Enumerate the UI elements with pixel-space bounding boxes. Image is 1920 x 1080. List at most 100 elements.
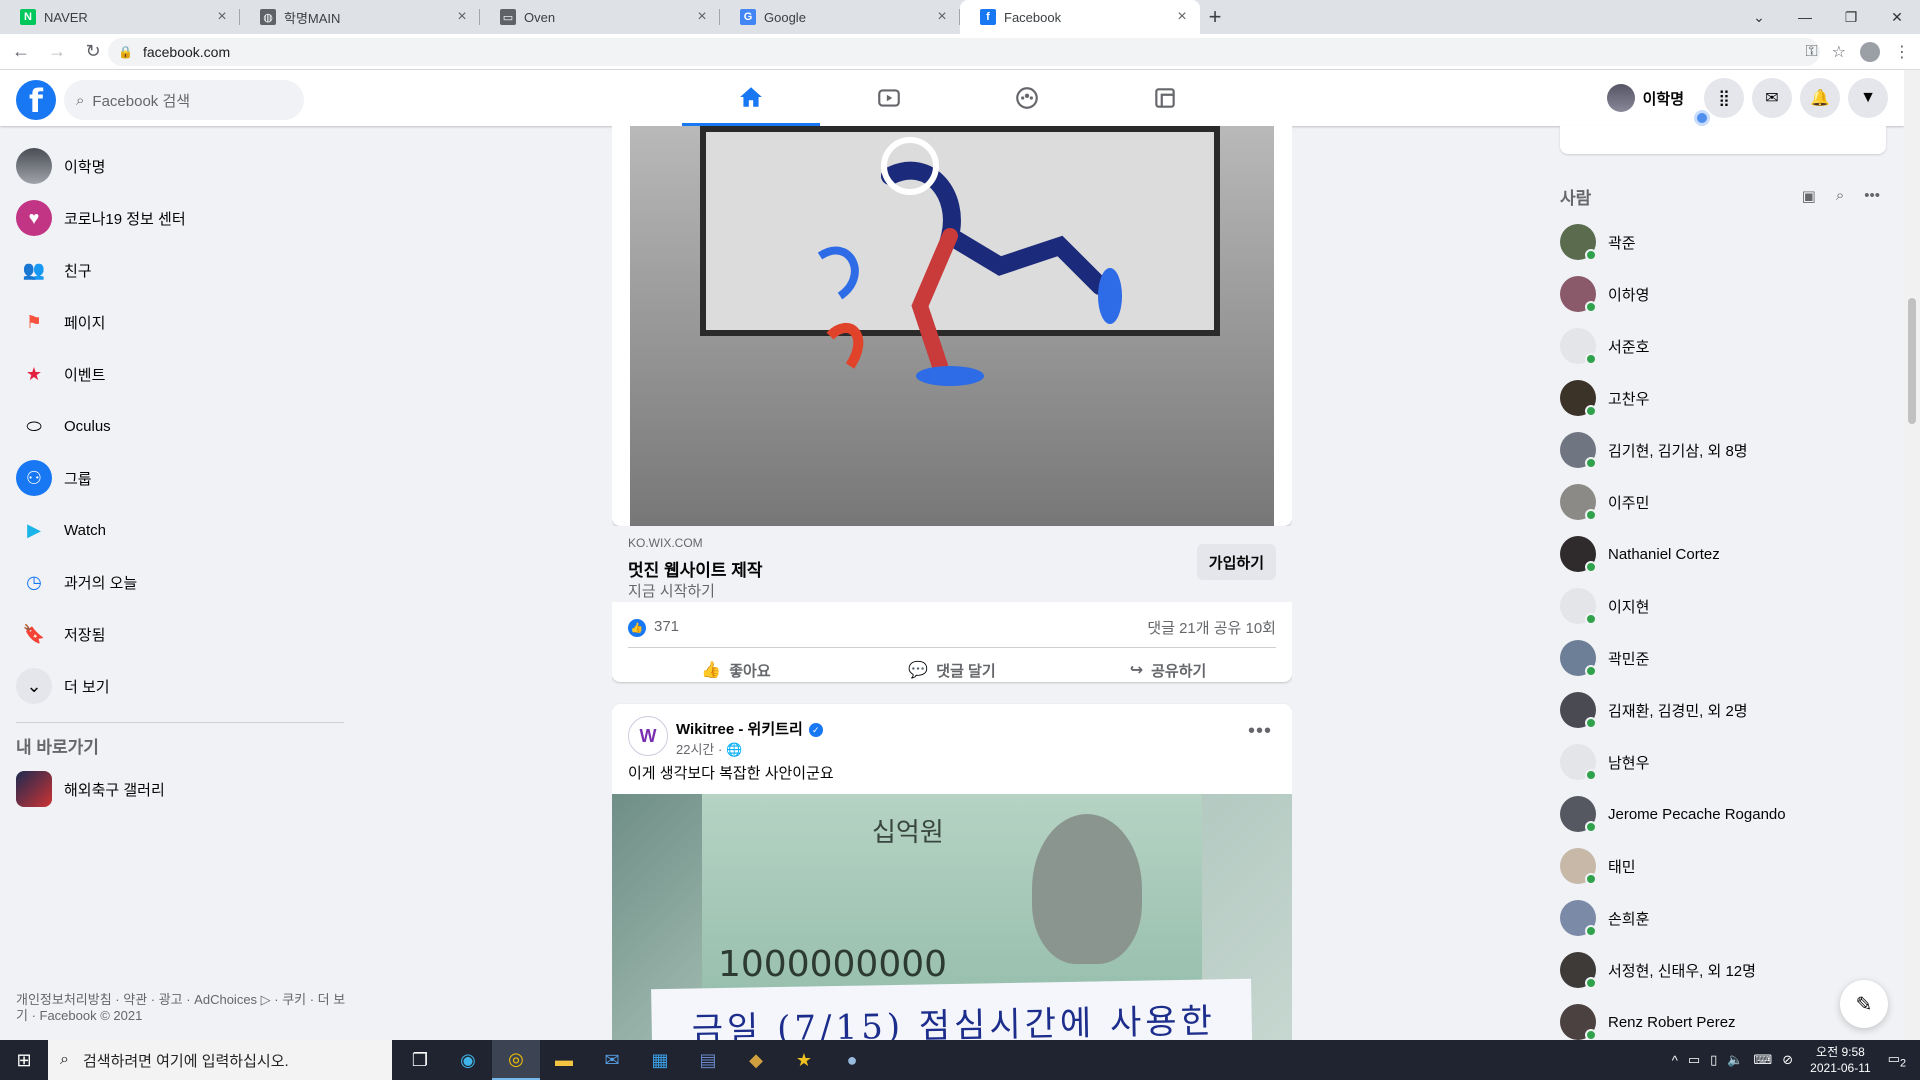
contact-item[interactable]: Jerome Pecache Rogando xyxy=(1552,788,1892,840)
post-options-button[interactable]: ••• xyxy=(1248,720,1272,743)
menu-dots-icon[interactable]: ⋮ xyxy=(1894,42,1910,62)
search-contacts-icon[interactable]: ⌕ xyxy=(1836,187,1844,205)
shortcut-item[interactable]: 해외축구 갤러리 xyxy=(8,763,344,815)
clock[interactable]: 오전 9:58 2021-06-11 xyxy=(1810,1044,1871,1076)
back-button[interactable]: ← xyxy=(6,37,36,67)
sidebar-item[interactable]: ▶ Watch xyxy=(8,504,344,556)
paint-icon[interactable]: ● xyxy=(828,1040,876,1080)
mail-icon[interactable]: ✉ xyxy=(588,1040,636,1080)
task-view-icon[interactable]: ❐ xyxy=(396,1040,444,1080)
tab-groups[interactable] xyxy=(958,70,1096,126)
chrome-icon[interactable]: ◎ xyxy=(492,1040,540,1080)
key-icon[interactable]: ⚿ xyxy=(1805,43,1817,61)
contact-item[interactable]: 남현우 xyxy=(1552,736,1892,788)
file-explorer-icon[interactable]: ▬ xyxy=(540,1040,588,1080)
close-tab-icon[interactable]: × xyxy=(214,8,230,26)
like-count-wrap[interactable]: 👍 371 xyxy=(628,618,679,638)
contact-item[interactable]: 이주민 xyxy=(1552,476,1892,528)
notification-icon[interactable]: ▭2 xyxy=(1888,1051,1906,1070)
sidebar-item[interactable]: ◷ 과거의 오늘 xyxy=(8,556,344,608)
sidebar-item[interactable]: 이학명 xyxy=(8,140,344,192)
facebook-search-input[interactable]: ⌕ Facebook 검색 xyxy=(64,80,304,120)
contact-item[interactable]: 이하영 xyxy=(1552,268,1892,320)
messenger-button[interactable]: ✉ xyxy=(1752,78,1792,118)
new-message-button[interactable]: ✎ xyxy=(1840,980,1888,1028)
sidebar-item[interactable]: ⬭ Oculus xyxy=(8,400,344,452)
browser-tab[interactable]: N NAVER × xyxy=(0,0,240,34)
reload-button[interactable]: ↻ xyxy=(78,37,108,67)
star-icon[interactable]: ☆ xyxy=(1832,42,1846,62)
post-time[interactable]: 22시간 · xyxy=(676,742,722,757)
sidebar-item[interactable]: 👥 친구 xyxy=(8,244,344,296)
sidebar-item[interactable]: ★ 이벤트 xyxy=(8,348,344,400)
page-scrollbar[interactable] xyxy=(1904,70,1920,1040)
contact-item[interactable]: 고찬우 xyxy=(1552,372,1892,424)
page-avatar[interactable]: W xyxy=(628,716,668,756)
star-app-icon[interactable]: ★ xyxy=(780,1040,828,1080)
tab-search-icon[interactable]: ⌄ xyxy=(1736,0,1782,34)
contact-item[interactable]: 태민 xyxy=(1552,840,1892,892)
game-icon[interactable]: ◆ xyxy=(732,1040,780,1080)
app-icon[interactable]: ▦ xyxy=(636,1040,684,1080)
contact-item[interactable]: 서정현, 신태우, 외 12명 xyxy=(1552,944,1892,996)
footer-links[interactable]: 개인정보처리방침 · 약관 · 광고 · AdChoices ▷ · 쿠키 · … xyxy=(16,992,346,1024)
scrollbar-thumb[interactable] xyxy=(1908,298,1916,424)
new-room-icon[interactable]: ▣ xyxy=(1802,187,1816,205)
post-author[interactable]: Wikitree - 위키트리 xyxy=(676,721,803,738)
join-button[interactable]: 가입하기 xyxy=(1196,544,1276,580)
ad-link-preview[interactable]: KO.WIX.COM 멋진 웹사이트 제작 지금 시작하기 가입하기 xyxy=(612,526,1292,602)
contact-item[interactable]: 손희훈 xyxy=(1552,892,1892,944)
edge-icon[interactable]: ◉ xyxy=(444,1040,492,1080)
chevron-up-icon[interactable]: ^ xyxy=(1672,1053,1678,1068)
close-tab-icon[interactable]: × xyxy=(694,8,710,26)
facebook-logo[interactable]: f xyxy=(16,80,56,120)
sidebar-item[interactable]: ♥ 코로나19 정보 센터 xyxy=(8,192,344,244)
comment-share-stats[interactable]: 댓글 21개 공유 10회 xyxy=(1147,617,1276,638)
contact-item[interactable]: 서준호 xyxy=(1552,320,1892,372)
contact-item[interactable]: 김기현, 김기삼, 외 8명 xyxy=(1552,424,1892,476)
contact-item[interactable]: 곽준 xyxy=(1552,216,1892,268)
shield-icon[interactable]: ⊘ xyxy=(1782,1052,1793,1068)
sidebar-item[interactable]: 🔖 저장됨 xyxy=(8,608,344,660)
url-field[interactable]: 🔒 facebook.com xyxy=(108,38,1820,66)
volume-icon[interactable]: 🔈 xyxy=(1727,1052,1743,1068)
account-button[interactable]: ▼ xyxy=(1848,78,1888,118)
maximize-button[interactable]: ❐ xyxy=(1828,0,1874,34)
close-window-button[interactable]: ✕ xyxy=(1874,0,1920,34)
more-options-icon[interactable]: ••• xyxy=(1864,187,1880,205)
close-tab-icon[interactable]: × xyxy=(934,8,950,26)
tab-watch[interactable] xyxy=(820,70,958,126)
ad-image[interactable] xyxy=(630,126,1274,526)
new-tab-button[interactable]: + xyxy=(1200,0,1230,34)
comment-button[interactable]: 💬 댓글 달기 xyxy=(844,650,1060,682)
start-button[interactable]: ⊞ xyxy=(0,1040,48,1080)
tab-gaming[interactable] xyxy=(1096,70,1234,126)
share-button[interactable]: ↪ 공유하기 xyxy=(1060,650,1276,682)
minimize-button[interactable]: — xyxy=(1782,0,1828,34)
post-image[interactable]: 십억원 1000000000 금일 (7/15) 점심시간에 사용한 i xyxy=(612,794,1292,1044)
close-tab-icon[interactable]: × xyxy=(454,8,470,26)
profile-avatar[interactable] xyxy=(1860,42,1880,62)
contact-item[interactable]: 김재환, 김경민, 외 2명 xyxy=(1552,684,1892,736)
taskbar-search[interactable]: ⌕ 검색하려면 여기에 입력하십시오. xyxy=(48,1040,392,1080)
contact-item[interactable]: 곽민준 xyxy=(1552,632,1892,684)
tab-home[interactable] xyxy=(682,70,820,126)
display-icon[interactable]: ▯ xyxy=(1710,1052,1717,1068)
sidebar-item[interactable]: ⚇ 그룹 xyxy=(8,452,344,504)
sidebar-item[interactable]: ⚑ 페이지 xyxy=(8,296,344,348)
sidebar-item[interactable]: ⌄ 더 보기 xyxy=(8,660,344,712)
network-icon[interactable]: ▭ xyxy=(1688,1052,1700,1068)
keyboard-icon[interactable]: ⌨ xyxy=(1754,1052,1773,1068)
close-tab-icon[interactable]: × xyxy=(1174,8,1190,26)
contact-item[interactable]: Nathaniel Cortez xyxy=(1552,528,1892,580)
remote-icon[interactable]: ▤ xyxy=(684,1040,732,1080)
browser-tab[interactable]: ▭ Oven × xyxy=(480,0,720,34)
contact-item[interactable]: 이지현 xyxy=(1552,580,1892,632)
profile-chip[interactable]: 이학명 xyxy=(1603,80,1696,116)
forward-button[interactable]: → xyxy=(42,37,72,67)
browser-tab[interactable]: ◍ 학명MAIN × xyxy=(240,0,480,34)
notifications-button[interactable]: 🔔 xyxy=(1800,78,1840,118)
browser-tab[interactable]: f Facebook × xyxy=(960,0,1200,34)
like-button[interactable]: 👍 좋아요 xyxy=(628,650,844,682)
browser-tab[interactable]: G Google × xyxy=(720,0,960,34)
